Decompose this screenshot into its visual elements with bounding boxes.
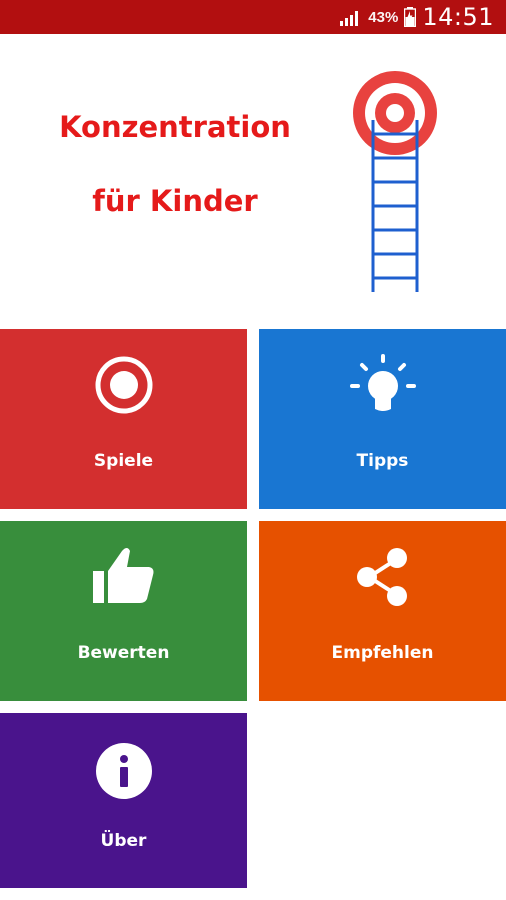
target-ladder-logo [353,71,437,292]
status-bar: 43% 14:51 [0,0,506,34]
tile-bewerten-label: Bewerten [77,643,170,663]
battery-percent: 43% [368,8,399,26]
tile-spiele[interactable]: Spiele [0,329,247,509]
tile-empfehlen[interactable]: Empfehlen [259,521,506,701]
target-icon [95,356,152,414]
app-title-line1: Konzentration [59,110,291,144]
thumbs-up-icon [92,548,153,603]
tile-bewerten[interactable]: Bewerten [0,521,247,701]
tile-ueber[interactable]: Über [0,713,247,888]
clock: 14:51 [422,3,494,31]
info-icon [95,743,152,799]
tile-spiele-label: Spiele [93,451,154,471]
tile-ueber-label: Über [100,831,147,851]
tile-tipps-label: Tipps [356,451,409,471]
signal-icon [340,11,359,26]
battery-icon [404,7,417,27]
app-header: Konzentration für Kinder [0,34,506,326]
tile-tipps[interactable]: Tipps [259,329,506,509]
tile-empfehlen-label: Empfehlen [331,643,434,663]
lightbulb-icon [349,354,416,411]
app-title-line2: für Kinder [92,184,258,218]
share-icon [356,548,407,606]
